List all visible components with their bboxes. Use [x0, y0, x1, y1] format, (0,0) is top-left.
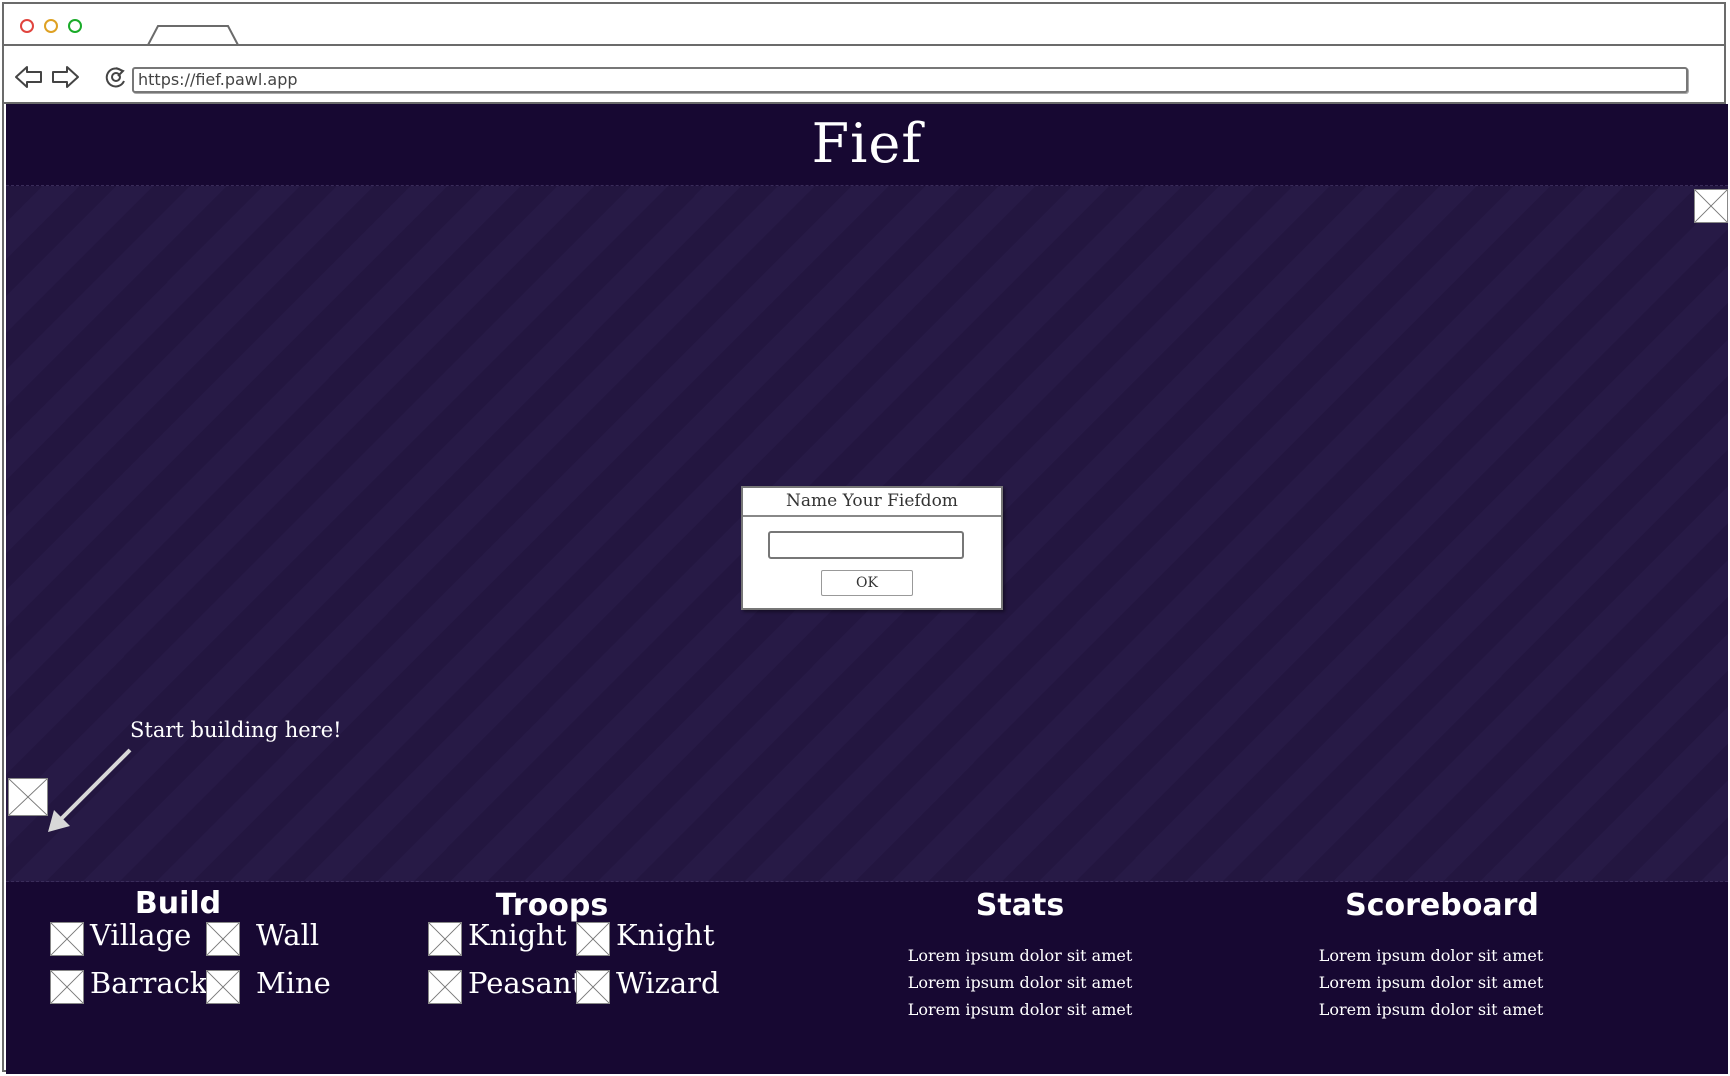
build-option-label: Village — [90, 918, 192, 952]
troop-option-label: Knight — [468, 918, 567, 952]
village-image-placeholder-icon[interactable] — [50, 922, 84, 956]
minimize-window-button[interactable] — [44, 19, 58, 33]
wall-image-placeholder-icon[interactable] — [206, 922, 240, 956]
url-bar[interactable]: https://fief.pawl.app — [132, 67, 1688, 93]
forward-arrow-icon[interactable] — [50, 63, 82, 91]
knight-image-placeholder-icon[interactable] — [428, 922, 462, 956]
hint-arrow-icon — [48, 748, 132, 832]
start-building-hint: Start building here! — [130, 718, 342, 742]
stats-line: Lorem ipsum dolor sit amet — [907, 1000, 1133, 1019]
app-title: Fief — [811, 112, 923, 175]
browser-titlebar — [4, 4, 1724, 46]
scoreboard-list: Lorem ipsum dolor sit amet Lorem ipsum d… — [1301, 942, 1561, 1023]
wizard-image-placeholder-icon[interactable] — [576, 970, 610, 1004]
ok-button[interactable]: OK — [821, 570, 913, 596]
stats-line: Lorem ipsum dolor sit amet — [907, 946, 1133, 965]
build-option-label: Mine — [256, 966, 331, 1000]
scoreboard-line: Lorem ipsum dolor sit amet — [1318, 946, 1544, 965]
build-option-label: Barrack — [90, 966, 208, 1000]
scoreboard-title: Scoreboard — [1345, 888, 1539, 923]
dialog-title: Name Your Fiefdom — [743, 488, 1001, 517]
scoreboard-line: Lorem ipsum dolor sit amet — [1318, 1000, 1544, 1019]
fiefdom-name-input[interactable] — [768, 531, 964, 559]
fief-app: Fief Name Your Fiefdom OK Start building… — [6, 104, 1728, 1074]
back-arrow-icon[interactable] — [12, 63, 44, 91]
start-tile-image-placeholder-icon[interactable] — [8, 778, 48, 816]
corner-image-placeholder-icon[interactable] — [1694, 189, 1728, 223]
name-fiefdom-dialog: Name Your Fiefdom OK — [741, 486, 1003, 610]
control-panel: Build Village Wall Barrack Mine Troops K… — [6, 882, 1728, 1074]
build-option-label: Wall — [256, 918, 320, 952]
app-header: Fief — [6, 104, 1728, 186]
barrack-image-placeholder-icon[interactable] — [50, 970, 84, 1004]
browser-navbar: https://fief.pawl.app — [4, 46, 1724, 104]
peasant-image-placeholder-icon[interactable] — [428, 970, 462, 1004]
knight-image-placeholder-icon[interactable] — [576, 922, 610, 956]
browser-window: https://fief.pawl.app Fief Name Your Fie… — [2, 2, 1728, 1074]
game-board[interactable]: Name Your Fiefdom OK Start building here… — [6, 186, 1728, 882]
stats-title: Stats — [975, 888, 1065, 923]
troop-option-label: Knight — [616, 918, 715, 952]
troop-option-label: Peasant — [468, 966, 584, 1000]
maximize-window-button[interactable] — [68, 19, 82, 33]
mine-image-placeholder-icon[interactable] — [206, 970, 240, 1004]
reload-icon[interactable] — [102, 63, 130, 91]
close-window-button[interactable] — [20, 19, 34, 33]
stats-list: Lorem ipsum dolor sit amet Lorem ipsum d… — [890, 942, 1150, 1023]
scoreboard-line: Lorem ipsum dolor sit amet — [1318, 973, 1544, 992]
troop-option-label: Wizard — [616, 966, 720, 1000]
stats-line: Lorem ipsum dolor sit amet — [907, 973, 1133, 992]
browser-tab[interactable] — [144, 24, 244, 46]
build-title: Build — [134, 886, 222, 921]
